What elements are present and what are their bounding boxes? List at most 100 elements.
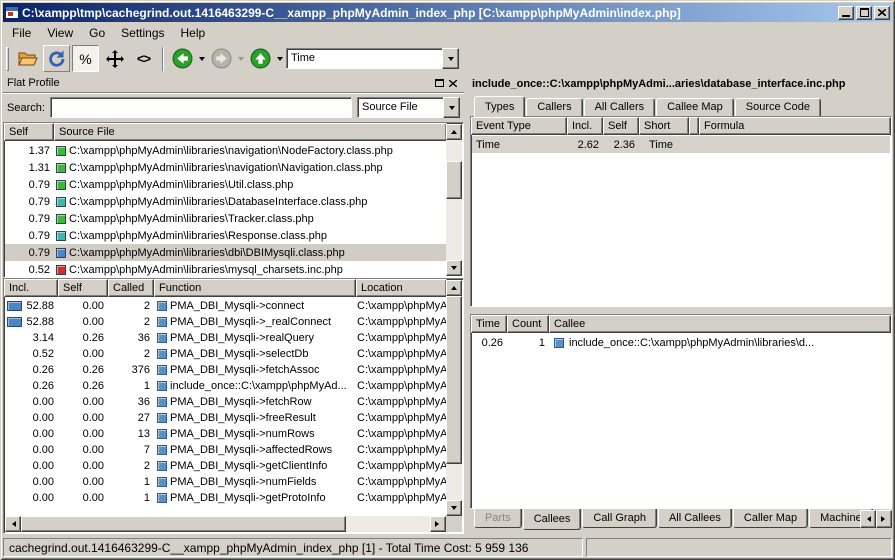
function-name: PMA_DBI_Mysqli->connect (170, 300, 304, 312)
up-button[interactable] (247, 45, 274, 72)
column-header-source-file[interactable]: Source File (54, 123, 447, 141)
top-tab[interactable]: Callers (526, 98, 582, 116)
scroll-down-button[interactable] (446, 500, 462, 516)
menu-item[interactable]: Settings (113, 23, 172, 43)
top-tab[interactable]: Callee Map (656, 98, 734, 116)
function-row[interactable]: 0.00 0.00 27 PMA_DBI_Mysqli->freeResult … (5, 410, 446, 426)
event-type-row[interactable]: Time 2.62 2.36 Time (472, 136, 890, 153)
callee-row[interactable]: 0.26 1 include_once::C:\xampp\phpMyAdmin… (472, 334, 890, 351)
function-row[interactable]: 0.52 0.00 2 PMA_DBI_Mysqli->selectDb C:\… (5, 346, 446, 362)
scrollbar-thumb[interactable] (446, 161, 462, 199)
top-tab[interactable]: Types (474, 96, 525, 117)
function-row[interactable]: 52.88 0.00 2 PMA_DBI_Mysqli->connect C:\… (5, 298, 446, 314)
toolbar-grip[interactable] (6, 47, 9, 71)
function-row[interactable]: 0.00 0.00 13 PMA_DBI_Mysqli->numRows C:\… (5, 426, 446, 442)
column-header-callee[interactable]: Callee (549, 315, 891, 333)
minimize-button[interactable] (838, 6, 854, 20)
compare-button[interactable]: <> (130, 45, 157, 72)
bottom-tab[interactable]: Parts (474, 509, 522, 528)
vertical-scrollbar[interactable] (446, 280, 462, 516)
cost-bar-icon (7, 317, 22, 327)
file-list-row[interactable]: 0.79 C:\xampp\phpMyAdmin\libraries\Datab… (5, 193, 446, 210)
scroll-down-button[interactable] (446, 260, 462, 276)
column-header-short[interactable]: Short (639, 117, 689, 135)
scroll-left-button[interactable] (5, 516, 21, 532)
scrollbar-track[interactable] (21, 516, 430, 532)
scrollbar-track[interactable] (446, 140, 462, 260)
file-list-row[interactable]: 0.79 C:\xampp\phpMyAdmin\libraries\dbi\D… (5, 244, 446, 261)
function-row[interactable]: 0.26 0.26 1 include_once::C:\xampp\phpMy… (5, 378, 446, 394)
forward-button[interactable] (208, 45, 235, 72)
tab-scroll-left-button[interactable] (860, 510, 876, 528)
incl-cell: 0.00 (5, 492, 59, 504)
function-row[interactable]: 0.00 0.00 7 PMA_DBI_Mysqli->affectedRows… (5, 442, 446, 458)
maximize-button[interactable] (856, 6, 872, 20)
dock-float-button[interactable] (432, 76, 446, 90)
column-header-time[interactable]: Time (471, 315, 507, 333)
column-header-self[interactable]: Self (4, 123, 54, 141)
back-dropdown[interactable] (197, 45, 206, 72)
scrollbar-track[interactable] (446, 296, 462, 500)
scroll-up-button[interactable] (446, 280, 462, 296)
tab-scroll-right-button[interactable] (876, 510, 892, 528)
back-button[interactable] (169, 45, 196, 72)
column-header-event-type[interactable]: Event Type (471, 117, 567, 135)
relative-percent-toggle[interactable]: % (72, 45, 99, 72)
bottom-tab[interactable]: Callees (523, 509, 582, 530)
menu-item[interactable]: Go (81, 23, 113, 43)
file-list-row[interactable]: 1.37 C:\xampp\phpMyAdmin\libraries\navig… (5, 142, 446, 159)
bottom-tab[interactable]: Caller Map (733, 509, 808, 528)
column-header-location[interactable]: Location (356, 279, 447, 297)
event-type-combobox[interactable]: Time (286, 48, 459, 69)
menu-item[interactable]: Help (173, 23, 214, 43)
top-tab[interactable]: Source Code (735, 98, 821, 116)
self-cell: 0.00 (59, 476, 109, 488)
open-file-button[interactable] (14, 45, 41, 72)
column-header-formula[interactable]: Formula (699, 117, 891, 135)
file-list-row[interactable]: 0.79 C:\xampp\phpMyAdmin\libraries\Respo… (5, 227, 446, 244)
menu-item[interactable]: View (39, 23, 81, 43)
scroll-up-button[interactable] (446, 124, 462, 140)
scrollbar-thumb[interactable] (21, 516, 346, 532)
column-header-called[interactable]: Called (108, 279, 154, 297)
vertical-scrollbar[interactable] (446, 124, 462, 276)
title-bar[interactable]: C:\xampp\tmp\cachegrind.out.1416463299-C… (3, 3, 892, 22)
menu-item[interactable]: File (4, 23, 39, 43)
dock-title-bar[interactable]: Flat Profile (3, 74, 464, 93)
file-list-row[interactable]: 1.31 C:\xampp\phpMyAdmin\libraries\navig… (5, 159, 446, 176)
bottom-tab[interactable]: Call Graph (582, 509, 657, 528)
detail-splitter[interactable] (470, 307, 892, 314)
dock-close-button[interactable] (446, 76, 460, 90)
scroll-right-button[interactable] (430, 516, 446, 532)
column-header-function[interactable]: Function (154, 279, 356, 297)
function-row[interactable]: 0.26 0.26 376 PMA_DBI_Mysqli->fetchAssoc… (5, 362, 446, 378)
reload-button[interactable] (43, 45, 70, 72)
function-row[interactable]: 3.14 0.26 36 PMA_DBI_Mysqli->realQuery C… (5, 330, 446, 346)
column-header-incl[interactable]: Incl. (567, 117, 603, 135)
column-header-self[interactable]: Self (58, 279, 108, 297)
column-header-incl[interactable]: Incl. (4, 279, 58, 297)
function-icon (157, 317, 167, 327)
combobox-dropdown-button[interactable] (443, 97, 460, 118)
close-button[interactable] (874, 6, 890, 20)
forward-dropdown[interactable] (236, 45, 245, 72)
file-list-row[interactable]: 0.79 C:\xampp\phpMyAdmin\libraries\Track… (5, 210, 446, 227)
file-list-row[interactable]: 0.79 C:\xampp\phpMyAdmin\libraries\Util.… (5, 176, 446, 193)
search-input[interactable] (50, 97, 352, 118)
function-row[interactable]: 0.00 0.00 2 PMA_DBI_Mysqli->getClientInf… (5, 458, 446, 474)
scrollbar-thumb[interactable] (446, 296, 462, 464)
move-button[interactable] (101, 45, 128, 72)
up-dropdown[interactable] (275, 45, 284, 72)
bottom-tab[interactable]: All Callees (658, 509, 732, 528)
combobox-dropdown-button[interactable] (442, 48, 459, 69)
function-row[interactable]: 0.00 0.00 1 PMA_DBI_Mysqli->numFields C:… (5, 474, 446, 490)
file-list-row[interactable]: 0.52 C:\xampp\phpMyAdmin\libraries\mysql… (5, 261, 446, 276)
grouping-combobox[interactable]: Source File (357, 97, 460, 118)
horizontal-scrollbar[interactable] (5, 516, 446, 532)
function-row[interactable]: 52.88 0.00 2 PMA_DBI_Mysqli->_realConnec… (5, 314, 446, 330)
function-row[interactable]: 0.00 0.00 1 PMA_DBI_Mysqli->getProtoInfo… (5, 490, 446, 506)
top-tab[interactable]: All Callers (584, 98, 656, 116)
column-header-self[interactable]: Self (603, 117, 639, 135)
column-header-count[interactable]: Count (507, 315, 549, 333)
function-row[interactable]: 0.00 0.00 36 PMA_DBI_Mysqli->fetchRow C:… (5, 394, 446, 410)
